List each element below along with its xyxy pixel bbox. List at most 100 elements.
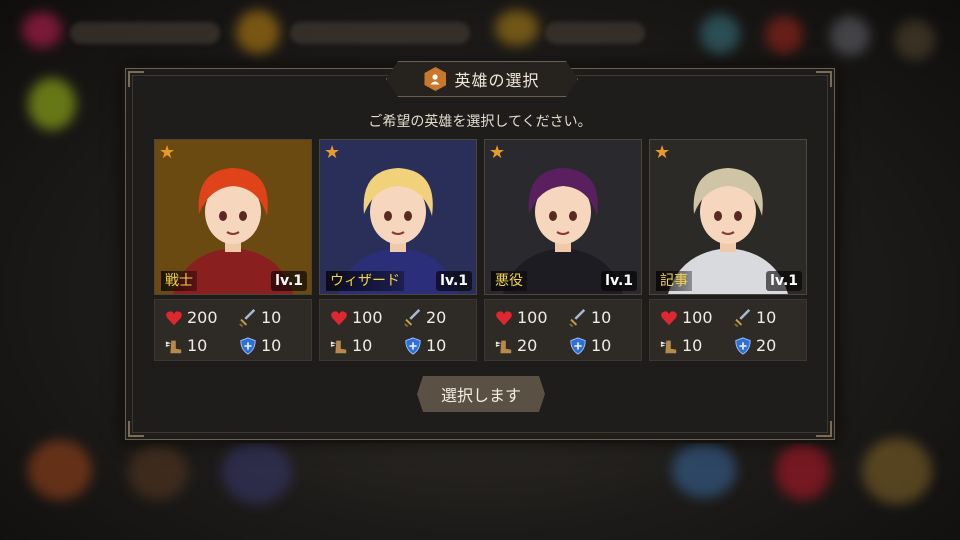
attack-stat: 20 <box>404 308 446 327</box>
dialog-title-plate: 英雄の選択 <box>386 61 578 97</box>
speed-value: 10 <box>352 336 373 355</box>
confirm-select-button[interactable]: 選択します <box>417 376 545 412</box>
menu-icon <box>128 444 188 500</box>
hero-level: lv.1 <box>271 271 307 291</box>
gift-icon <box>765 16 803 54</box>
speed-value: 10 <box>682 336 703 355</box>
defense-stat: 10 <box>404 336 446 355</box>
hp-value: 200 <box>187 308 218 327</box>
speed-stat: 10 <box>330 336 372 355</box>
hp-stat: 100 <box>660 308 713 327</box>
sword-icon <box>734 308 751 327</box>
settings-icon <box>895 20 935 60</box>
shop-icon <box>700 14 740 54</box>
attack-value: 10 <box>261 308 282 327</box>
orb-icon <box>28 78 76 130</box>
hero-name-bar: ウィザード lv.1 <box>326 270 472 292</box>
menu-icon <box>776 442 830 500</box>
defense-value: 10 <box>261 336 282 355</box>
heart-icon <box>166 310 182 325</box>
heart-icon <box>661 310 677 325</box>
corner-ornament <box>128 421 144 437</box>
winged-boot-icon <box>165 340 182 353</box>
hero-portrait[interactable]: ★ 戦士 lv.1 <box>154 139 312 295</box>
attack-stat: 10 <box>734 308 776 327</box>
rarity-star-icon: ★ <box>489 142 506 163</box>
menu-icon <box>672 442 736 498</box>
attack-value: 10 <box>756 308 777 327</box>
hero-portrait[interactable]: ★ 悪役 lv.1 <box>484 139 642 295</box>
attack-value: 20 <box>426 308 447 327</box>
background-hud-top <box>0 0 960 130</box>
speed-stat: 10 <box>660 336 702 355</box>
defense-value: 10 <box>426 336 447 355</box>
winged-boot-icon <box>660 340 677 353</box>
hero-card-1[interactable]: ★ 戦士 lv.1 200 10 10 10 <box>154 139 312 361</box>
hero-name: 記事 <box>656 271 692 291</box>
menu-icon <box>862 438 932 504</box>
dialog-subtitle: ご希望の英雄を選択してください。 <box>368 114 592 130</box>
hero-stats-panel: 200 10 10 10 <box>154 299 312 361</box>
sword-icon <box>239 308 256 327</box>
menu-icon <box>222 440 292 504</box>
speed-value: 10 <box>187 336 208 355</box>
hero-card-2[interactable]: ★ ウィザード lv.1 100 20 10 10 <box>319 139 477 361</box>
heart-icon <box>331 310 347 325</box>
hero-card-list: ★ 戦士 lv.1 200 10 10 10 ★ ウィザード lv.1 100 … <box>154 139 814 361</box>
hp-value: 100 <box>352 308 383 327</box>
gem-icon <box>22 12 62 48</box>
dialog-title: 英雄の選択 <box>454 71 540 90</box>
hero-name-bar: 戦士 lv.1 <box>161 270 307 292</box>
winged-boot-icon <box>495 340 512 353</box>
hero-portrait[interactable]: ★ ウィザード lv.1 <box>319 139 477 295</box>
hp-value: 100 <box>517 308 548 327</box>
rarity-star-icon: ★ <box>159 142 176 163</box>
speed-stat: 10 <box>165 336 207 355</box>
speed-stat: 20 <box>495 336 537 355</box>
defense-value: 10 <box>591 336 612 355</box>
rarity-star-icon: ★ <box>654 142 671 163</box>
heart-icon <box>496 310 512 325</box>
attack-value: 10 <box>591 308 612 327</box>
hero-badge-icon <box>424 67 446 91</box>
resource-bar <box>545 22 645 44</box>
hero-name: 戦士 <box>161 271 197 291</box>
corner-ornament <box>816 71 832 87</box>
sword-icon <box>404 308 421 327</box>
hero-card-4[interactable]: ★ 記事 lv.1 100 10 10 20 <box>649 139 807 361</box>
hero-name: ウィザード <box>326 271 404 291</box>
resource-bar <box>70 22 220 44</box>
hero-level: lv.1 <box>436 271 472 291</box>
coin-icon <box>236 10 280 54</box>
menu-icon <box>28 440 92 500</box>
shield-icon <box>570 336 586 355</box>
attack-stat: 10 <box>569 308 611 327</box>
attack-stat: 10 <box>239 308 281 327</box>
hero-stats-panel: 100 10 20 10 <box>484 299 642 361</box>
winged-boot-icon <box>330 340 347 353</box>
hp-stat: 200 <box>165 308 218 327</box>
defense-value: 20 <box>756 336 777 355</box>
shield-icon <box>405 336 421 355</box>
shield-icon <box>735 336 751 355</box>
hero-card-3[interactable]: ★ 悪役 lv.1 100 10 20 10 <box>484 139 642 361</box>
hero-name: 悪役 <box>491 271 527 291</box>
sword-icon <box>569 308 586 327</box>
hero-select-dialog: 英雄の選択 ご希望の英雄を選択してください。 ★ 戦士 lv.1 200 10 … <box>125 68 835 440</box>
hero-level: lv.1 <box>766 271 802 291</box>
hp-stat: 100 <box>495 308 548 327</box>
hero-name-bar: 悪役 lv.1 <box>491 270 637 292</box>
hero-stats-panel: 100 20 10 10 <box>319 299 477 361</box>
hp-value: 100 <box>682 308 713 327</box>
hero-level: lv.1 <box>601 271 637 291</box>
hero-portrait[interactable]: ★ 記事 lv.1 <box>649 139 807 295</box>
background-hud-bottom <box>0 430 960 540</box>
hero-stats-panel: 100 10 10 20 <box>649 299 807 361</box>
mail-icon <box>830 16 870 56</box>
defense-stat: 10 <box>239 336 281 355</box>
hp-stat: 100 <box>330 308 383 327</box>
defense-stat: 10 <box>569 336 611 355</box>
rarity-star-icon: ★ <box>324 142 341 163</box>
key-icon <box>495 10 539 46</box>
hero-name-bar: 記事 lv.1 <box>656 270 802 292</box>
